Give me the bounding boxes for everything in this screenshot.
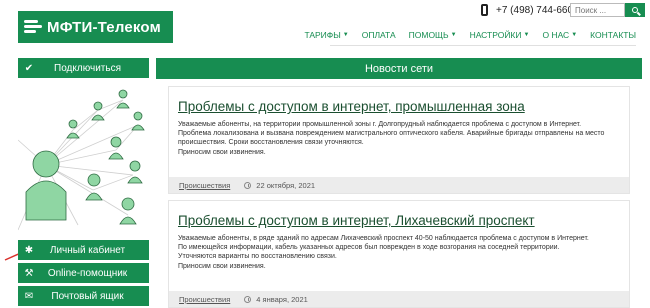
- nav-item-contacts[interactable]: КОНТАКТЫ: [590, 30, 636, 40]
- chevron-down-icon: ▼: [523, 32, 530, 38]
- chevron-down-icon: ▼: [450, 32, 457, 38]
- check-icon: ✔: [24, 62, 34, 74]
- nav-item-about[interactable]: О НАС ▼: [542, 30, 577, 40]
- gear-icon: ✱: [24, 244, 34, 256]
- online-helper-label: Online-помощник: [47, 267, 128, 279]
- news-body-line: Уточняются варианты по восстановлению св…: [178, 253, 337, 261]
- news-body-line: Проблема локализована и вызвана поврежде…: [178, 130, 605, 138]
- network-people-illustration: [18, 89, 145, 231]
- search-icon: [632, 7, 638, 13]
- mailbox-button[interactable]: ✉ Почтовый ящик: [18, 286, 149, 306]
- news-date: 4 января, 2021: [256, 294, 308, 304]
- category-link[interactable]: Происшествия: [179, 181, 230, 190]
- section-title: Новости сети: [156, 58, 642, 79]
- phone-icon: [481, 4, 488, 16]
- envelope-icon: ✉: [24, 290, 34, 302]
- online-helper-button[interactable]: ⚒ Online-помощник: [18, 263, 149, 283]
- nav-label: ТАРИФЫ: [304, 30, 341, 40]
- news-body: Уважаемые абоненты, на территории промыш…: [169, 115, 629, 157]
- nav-divider: [330, 45, 636, 46]
- nav-label: НАСТРОЙКИ: [469, 30, 522, 40]
- news-meta: Происшествия 4 января, 2021: [169, 291, 629, 307]
- wrench-icon: ⚒: [24, 267, 34, 279]
- news-body-line: По имеющейся информации, кабель указанны…: [178, 244, 560, 252]
- news-title-link[interactable]: Проблемы с доступом в интернет, промышле…: [169, 87, 629, 115]
- nav-label: КОНТАКТЫ: [590, 30, 636, 40]
- connect-button[interactable]: ✔ Подключиться: [18, 58, 149, 78]
- news-date: 22 октября, 2021: [256, 180, 316, 190]
- news-body-line: происшествия. Сроки восстановления связи…: [178, 139, 364, 147]
- search-box: [570, 3, 645, 17]
- chevron-down-icon: ▼: [571, 32, 578, 38]
- nav-label: ОПЛАТА: [361, 30, 396, 40]
- news-body: Уважаемые абоненты, в ряде зданий по адр…: [169, 229, 629, 271]
- chevron-down-icon: ▼: [342, 32, 349, 38]
- nav-label: О НАС: [542, 30, 570, 40]
- nav-item-help[interactable]: ПОМОЩЬ ▼: [409, 30, 457, 40]
- search-input[interactable]: [570, 3, 625, 17]
- news-card: Проблемы с доступом в интернет, промышле…: [168, 86, 630, 194]
- category-link[interactable]: Происшествия: [179, 295, 230, 304]
- news-body-line: Уважаемые абоненты, в ряде зданий по адр…: [178, 235, 589, 242]
- search-button[interactable]: [625, 3, 645, 17]
- nav-item-tariffs[interactable]: ТАРИФЫ ▼: [304, 30, 348, 40]
- phone-contact[interactable]: +7 (498) 744-6600: [481, 3, 579, 17]
- news-title-link[interactable]: Проблемы с доступом в интернет, Лихачевс…: [169, 201, 629, 229]
- news-body-line: Уважаемые абоненты, на территории промыш…: [178, 121, 582, 128]
- personal-account-button[interactable]: ✱ Личный кабинет: [18, 240, 149, 260]
- clock-icon: [244, 181, 252, 189]
- news-body-line: Приносим свои извинения.: [178, 262, 266, 270]
- nav-item-settings[interactable]: НАСТРОЙКИ ▼: [470, 30, 530, 40]
- logo-mark-icon: [24, 17, 42, 37]
- logo-text: МФТИ-Телеком: [47, 18, 161, 36]
- news-meta: Происшествия 22 октября, 2021: [169, 177, 629, 193]
- logo[interactable]: МФТИ-Телеком: [18, 11, 173, 43]
- nav-label: ПОМОЩЬ: [408, 30, 449, 40]
- main-nav: ТАРИФЫ ▼ ОПЛАТА ПОМОЩЬ ▼ НАСТРОЙКИ ▼ О НАС ▼…: [291, 30, 636, 40]
- news-card: Проблемы с доступом в интернет, Лихачевс…: [168, 200, 630, 308]
- nav-item-payment[interactable]: ОПЛАТА: [362, 30, 396, 40]
- clock-icon: [244, 295, 252, 303]
- news-body-line: Приносим свои извинения.: [178, 148, 266, 156]
- personal-account-label: Личный кабинет: [49, 244, 126, 256]
- mailbox-label: Почтовый ящик: [51, 290, 124, 302]
- connect-label: Подключиться: [54, 62, 121, 74]
- phone-number: +7 (498) 744-6600: [496, 4, 579, 16]
